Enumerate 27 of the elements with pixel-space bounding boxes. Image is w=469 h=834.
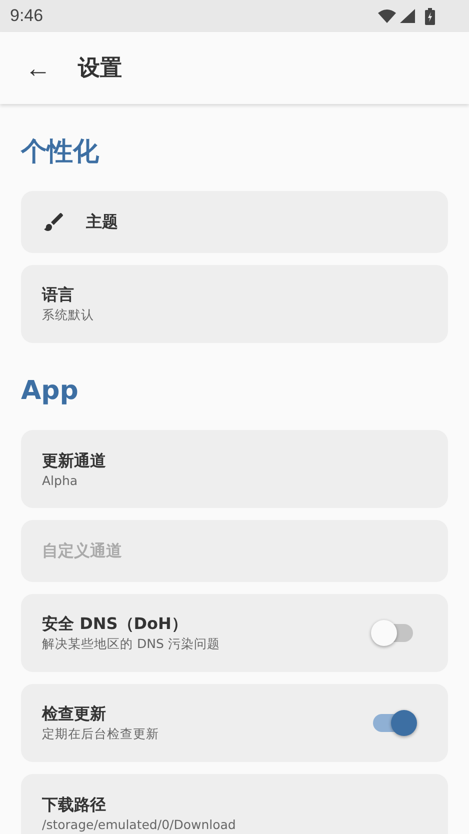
wifi-icon	[378, 9, 396, 23]
brush-icon	[42, 210, 66, 234]
setting-item[interactable]: 更新通道 Alpha	[21, 430, 448, 508]
setting-subtitle: 解决某些地区的 DNS 污染问题	[42, 636, 221, 652]
setting-item[interactable]: 安全 DNS（DoH） 解决某些地区的 DNS 污染问题	[21, 594, 448, 672]
section-heading: 个性化	[21, 136, 100, 169]
setting-title: 语言	[42, 284, 75, 306]
battery-icon	[425, 8, 435, 24]
status-time: 9:46	[10, 6, 44, 26]
setting-subtitle: Alpha	[42, 472, 79, 488]
setting-subtitle: 定期在后台检查更新	[42, 726, 160, 742]
setting-item[interactable]: 检查更新 定期在后台检查更新	[21, 684, 448, 762]
page-title: 设置	[78, 55, 122, 83]
back-button[interactable]: ←	[20, 55, 56, 81]
setting-item[interactable]: 下载路径 /storage/emulated/0/Download	[21, 774, 448, 834]
section-heading: App	[21, 375, 80, 408]
setting-subtitle: /storage/emulated/0/Download	[42, 816, 237, 832]
setting-title: 安全 DNS（DoH）	[42, 614, 188, 634]
setting-title: 检查更新	[42, 704, 107, 724]
setting-item[interactable]: 主题	[21, 191, 448, 253]
setting-subtitle: 系统默认	[42, 306, 95, 324]
setting-title: 自定义通道	[42, 540, 123, 562]
setting-title: 下载路径	[42, 794, 107, 816]
setting-item[interactable]: 语言 系统默认	[21, 265, 448, 343]
setting-title: 更新通道	[42, 450, 107, 472]
signal-icon	[400, 9, 415, 23]
setting-title: 主题	[86, 212, 119, 232]
